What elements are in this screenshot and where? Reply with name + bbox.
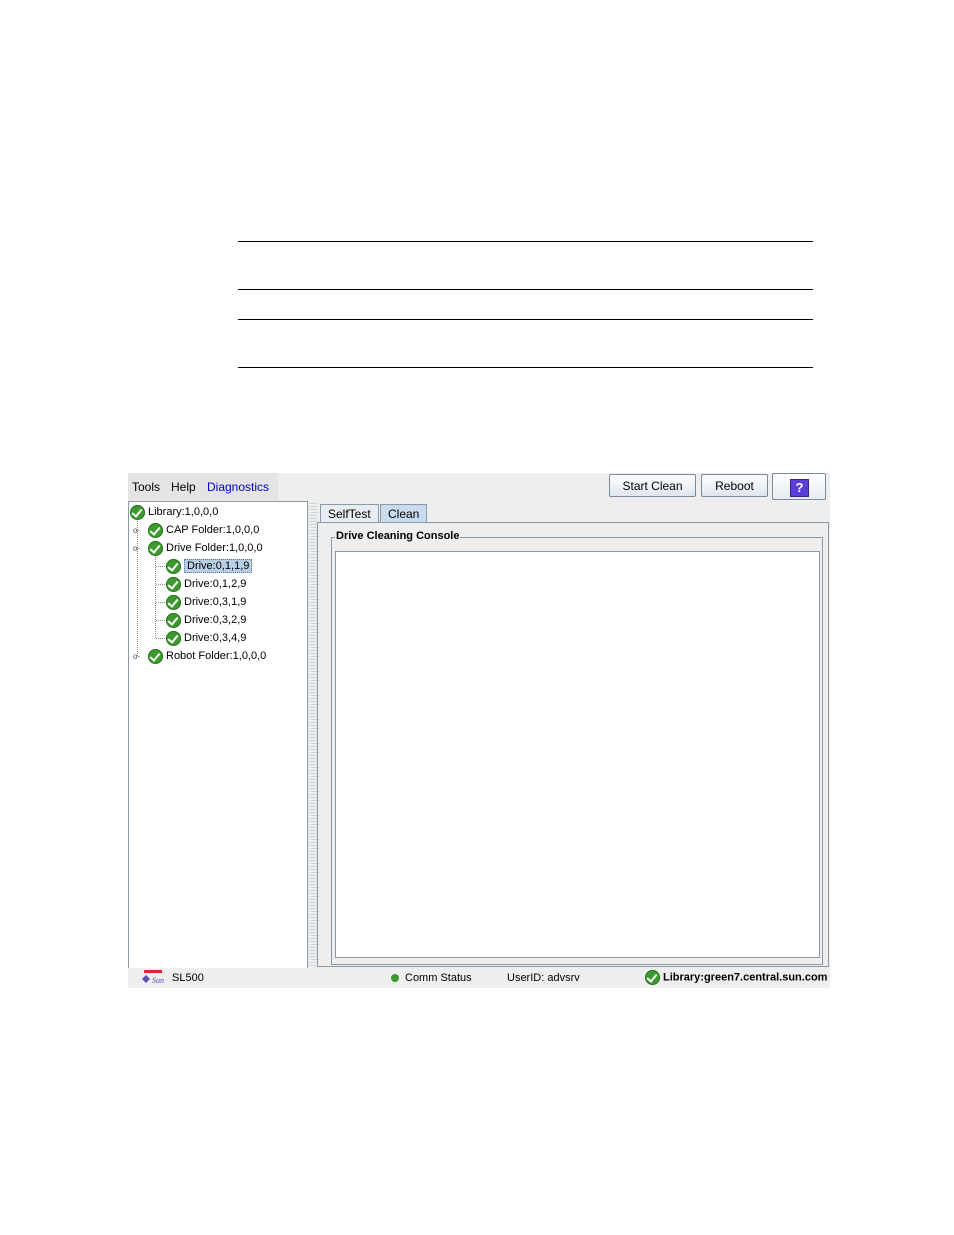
tree-node-drive[interactable]: Drive:0,1,2,9 (166, 576, 246, 593)
sun-logo-icon: Sun (142, 970, 164, 985)
tree-node-library[interactable]: Library:1,0,0,0 (130, 504, 218, 521)
divider-rule-2 (238, 289, 813, 290)
diagnostics-panel: SelfTest Clean Drive Cleaning Console (317, 501, 830, 967)
tree-connector (156, 602, 165, 603)
console-title: Drive Cleaning Console (335, 530, 461, 542)
tree-node-drive[interactable]: Drive:0,3,4,9 (166, 630, 246, 647)
split-pane-divider[interactable] (309, 501, 317, 967)
tree-node-cap-folder[interactable]: CAP Folder:1,0,0,0 (148, 522, 259, 539)
comm-status: Comm Status (391, 972, 472, 984)
tree-node-drive[interactable]: Drive:0,1,1,9 (166, 558, 253, 575)
drive-cleaning-console-group: Drive Cleaning Console (331, 530, 823, 965)
tree-node-drive[interactable]: Drive:0,3,2,9 (166, 612, 246, 629)
tree-connector (156, 584, 165, 585)
clean-tab-panel: Drive Cleaning Console (317, 522, 829, 967)
green-check-icon (166, 577, 181, 592)
expand-toggle-icon[interactable]: o- (133, 526, 142, 535)
divider-rule-1 (238, 241, 813, 242)
product-label: SL500 (172, 972, 204, 984)
user-id: UserID: advsrv (507, 972, 580, 984)
green-check-icon (148, 649, 163, 664)
green-check-icon (166, 613, 181, 628)
green-check-icon (166, 559, 181, 574)
tree-node-robot-folder[interactable]: Robot Folder:1,0,0,0 (148, 648, 266, 665)
green-check-icon (166, 595, 181, 610)
help-button[interactable]: ? (772, 473, 826, 500)
tab-selftest[interactable]: SelfTest (320, 504, 379, 522)
green-check-icon (166, 631, 181, 646)
library-tree: Library:1,0,0,0 o- CAP Folder:1,0,0,0 o-… (128, 501, 308, 969)
divider-rule-4 (238, 367, 813, 368)
console-output-area[interactable] (335, 551, 820, 958)
reboot-button[interactable]: Reboot (701, 474, 768, 497)
divider-rule-3 (238, 319, 813, 320)
green-check-icon (130, 505, 145, 520)
green-check-icon (645, 970, 660, 985)
status-dot-icon (391, 974, 399, 983)
green-check-icon (148, 541, 163, 556)
tree-connector (137, 518, 138, 656)
tree-node-drive-folder[interactable]: Drive Folder:1,0,0,0 (148, 540, 263, 557)
menu-diagnostics[interactable]: Diagnostics (207, 480, 269, 494)
menu-bar: Tools Help Diagnostics (128, 473, 278, 500)
tree-node-drive[interactable]: Drive:0,3,1,9 (166, 594, 246, 611)
tree-connector (156, 620, 165, 621)
tree-connector (156, 638, 165, 639)
status-bar: Sun SL500 Comm Status UserID: advsrv Lib… (128, 968, 830, 988)
collapse-toggle-icon[interactable]: o- (133, 544, 142, 553)
menu-help[interactable]: Help (171, 480, 196, 494)
green-check-icon (148, 523, 163, 538)
menu-tools[interactable]: Tools (132, 480, 160, 494)
start-clean-button[interactable]: Start Clean (609, 474, 696, 497)
tree-connector (156, 566, 165, 567)
help-icon: ? (790, 479, 809, 497)
library-status: Library:green7.central.sun.com (645, 970, 827, 985)
expand-toggle-icon[interactable]: o- (133, 652, 142, 661)
sl-console-window: Tools Help Diagnostics Start Clean Reboo… (128, 473, 830, 988)
tab-clean[interactable]: Clean (380, 504, 428, 522)
svg-text:Sun: Sun (152, 976, 164, 985)
